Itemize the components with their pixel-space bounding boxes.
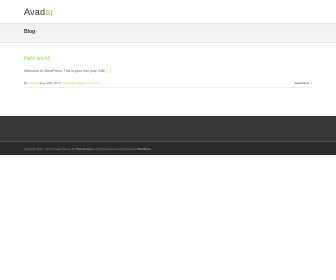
page-title-bar: Blog xyxy=(0,23,336,43)
post-excerpt-more: [...] xyxy=(105,69,111,73)
post-excerpt: Welcome to WordPress. This is your first… xyxy=(24,69,111,73)
footer-widgets-area xyxy=(0,116,336,141)
post-divider xyxy=(24,87,312,88)
main-content: Hello world! Welcome to WordPress. This … xyxy=(0,43,336,116)
post-meta: By admin | June 13th, 2016 | Uncategoriz… xyxy=(24,81,100,85)
meta-author-link[interactable]: admin xyxy=(28,81,36,85)
site-logo[interactable]: Avada xyxy=(24,7,53,17)
read-more-link[interactable]: Read More > xyxy=(295,81,312,85)
copyright-notice: Copyright 2012 - 2016 | Avada Theme by T… xyxy=(24,147,151,151)
logo-text: Avad xyxy=(24,7,46,17)
meta-date: June 13th, 2016 xyxy=(39,81,61,85)
logo-accent-bar xyxy=(51,10,53,16)
logo-accent: a xyxy=(45,7,51,17)
page-title: Blog xyxy=(24,29,36,35)
meta-comments-link[interactable]: 1 Comment xyxy=(85,81,101,85)
meta-category-link[interactable]: Uncategorized xyxy=(63,81,82,85)
post-excerpt-text: Welcome to WordPress. This is your first… xyxy=(24,69,105,73)
footer-copyright-bar: Copyright 2012 - 2016 | Avada Theme by T… xyxy=(0,141,336,155)
themefusion-link[interactable]: ThemeFusion xyxy=(76,147,93,151)
post-title-link[interactable]: Hello world! xyxy=(24,56,50,62)
copyright-prefix: Copyright 2012 - 2016 | Avada Theme by xyxy=(24,147,75,151)
copyright-suffix: | All Rights Reserved | Powered by xyxy=(93,147,137,151)
wordpress-link[interactable]: WordPress xyxy=(137,147,151,151)
meta-author-prefix: By xyxy=(24,81,28,85)
